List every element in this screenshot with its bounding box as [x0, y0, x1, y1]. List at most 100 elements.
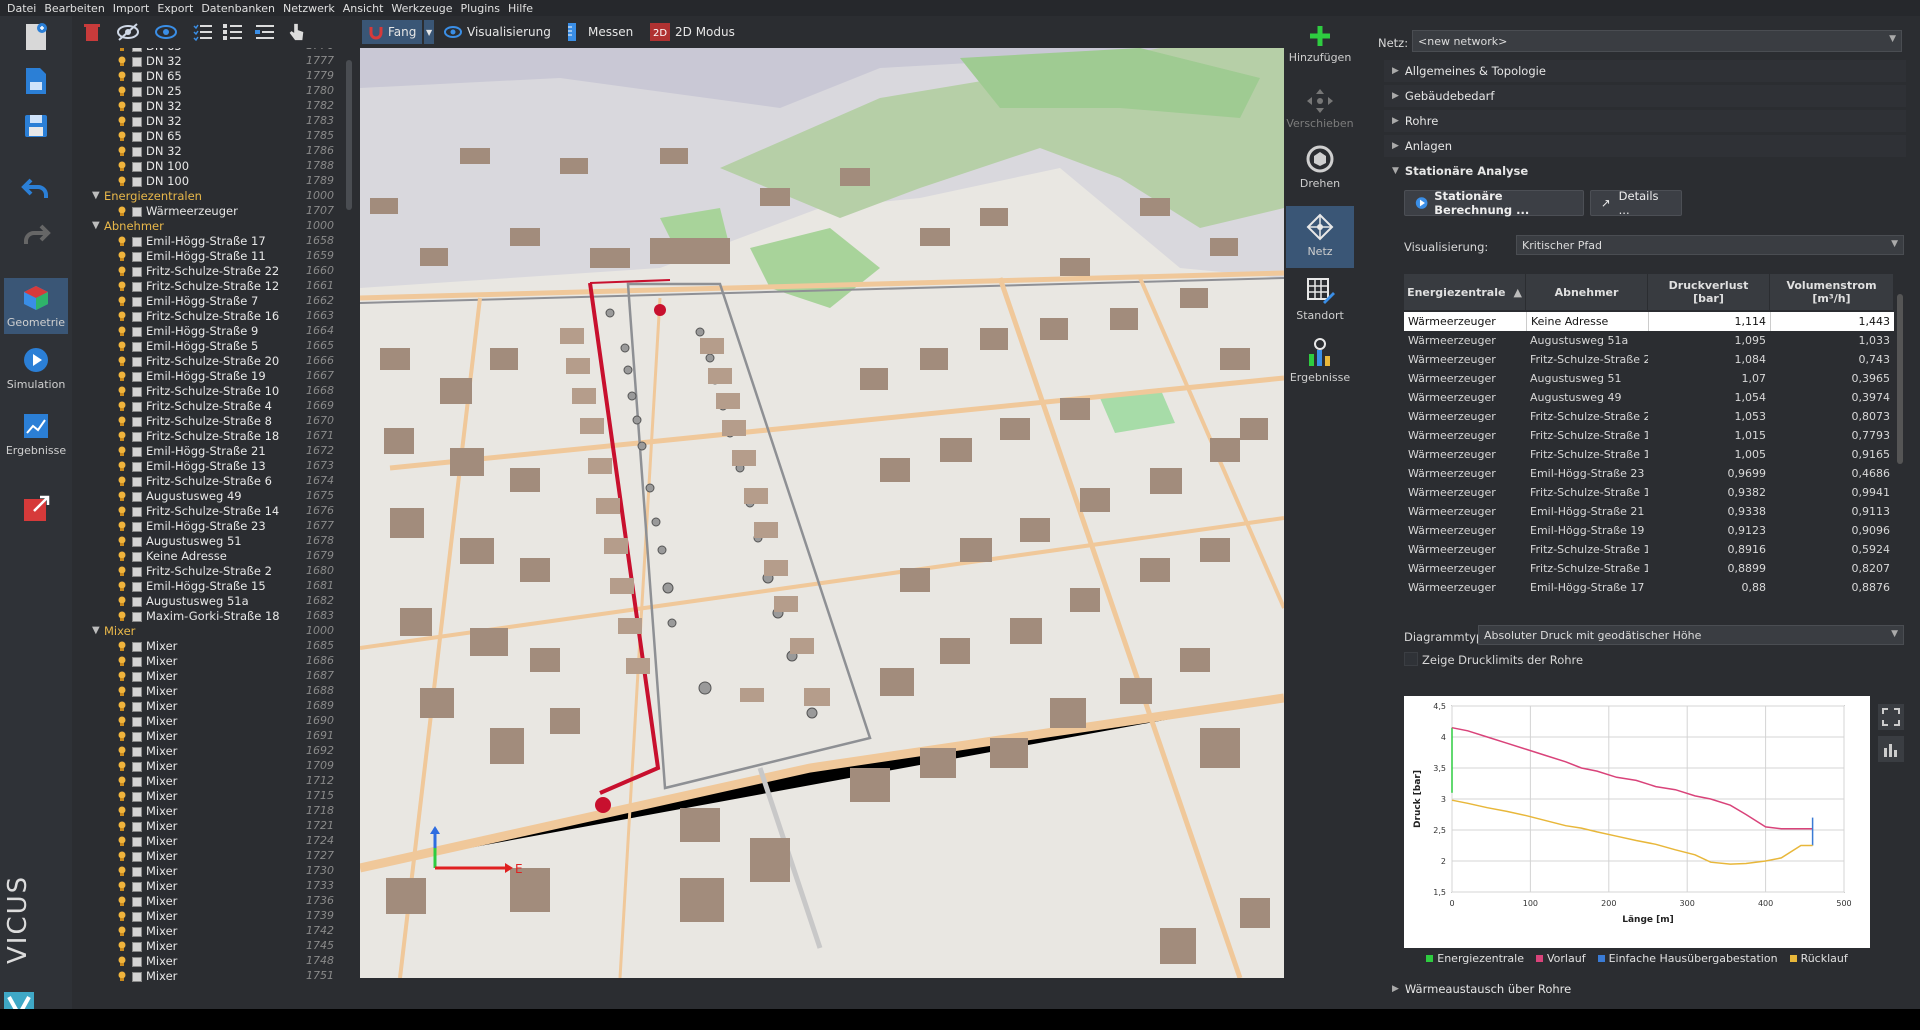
visibility-checkbox[interactable] — [132, 387, 142, 397]
visibility-checkbox[interactable] — [132, 342, 142, 352]
tree-item[interactable]: DN 32 1777 — [72, 54, 344, 69]
tree-item[interactable]: Fritz-Schulze-Straße 4 1669 — [72, 399, 344, 414]
tree-item[interactable]: Emil-Högg-Straße 7 1662 — [72, 294, 344, 309]
visibility-checkbox[interactable] — [132, 132, 142, 142]
section-allgemeines[interactable]: ▶ Allgemeines & Topologie — [1384, 60, 1906, 82]
menu-werkzeuge[interactable]: Werkzeuge — [391, 2, 452, 15]
visibility-checkbox[interactable] — [132, 207, 142, 217]
visibility-checkbox[interactable] — [132, 642, 142, 652]
bulb-icon[interactable] — [118, 266, 126, 277]
table-row[interactable]: Wärmeerzeuger Emil-Högg-Straße 21 0,9338 0,… — [1404, 502, 1894, 521]
visibility-checkbox[interactable] — [132, 657, 142, 667]
bulb-icon[interactable] — [118, 851, 126, 862]
stationaere-berechnung-button[interactable]: Stationäre Berechnung ... — [1404, 189, 1584, 217]
tree-item[interactable]: Mixer 1685 — [72, 639, 344, 654]
header-energiezentrale[interactable]: Energiezentrale ▲ — [1404, 274, 1526, 310]
chevron-down-icon[interactable]: ▼ — [92, 625, 100, 636]
bulb-icon[interactable] — [118, 506, 126, 517]
menu-import[interactable]: Import — [113, 2, 150, 15]
header-volumenstrom[interactable]: Volumenstrom [m³/h] — [1770, 274, 1894, 310]
menu-datenbanken[interactable]: Datenbanken — [201, 2, 275, 15]
tree-item[interactable]: Emil-Högg-Straße 9 1664 — [72, 324, 344, 339]
visibility-checkbox[interactable] — [132, 807, 142, 817]
tree-item[interactable]: Mixer 1691 — [72, 729, 344, 744]
tree-item[interactable]: DN 25 1780 — [72, 84, 344, 99]
bulb-icon[interactable] — [118, 461, 126, 472]
tree-group[interactable]: ▼ Mixer 1000 — [72, 624, 344, 639]
visibility-checkbox[interactable] — [132, 792, 142, 802]
bulb-icon[interactable] — [118, 611, 126, 622]
bulb-icon[interactable] — [118, 431, 126, 442]
tree-item[interactable]: Wärmeerzeuger 1707 — [72, 204, 344, 219]
tree-item[interactable]: Emil-Högg-Straße 11 1659 — [72, 249, 344, 264]
visibility-checkbox[interactable] — [132, 762, 142, 772]
messen-button[interactable]: Messen — [560, 20, 639, 44]
visibility-checkbox[interactable] — [132, 747, 142, 757]
drucklimits-checkbox[interactable] — [1404, 652, 1418, 666]
tree-item[interactable]: Maxim-Gorki-Straße 18 1683 — [72, 609, 344, 624]
visibility-checkbox[interactable] — [132, 687, 142, 697]
list-check-icon[interactable] — [192, 22, 214, 42]
bulb-icon[interactable] — [118, 551, 126, 562]
visibility-checkbox[interactable] — [132, 972, 142, 982]
open-file-button[interactable] — [4, 66, 68, 100]
bulb-icon[interactable] — [118, 206, 126, 217]
tree-item[interactable]: DN 32 1782 — [72, 99, 344, 114]
tree-item[interactable]: Emil-Högg-Straße 17 1658 — [72, 234, 344, 249]
visibility-checkbox[interactable] — [132, 48, 142, 52]
ergebnisse-button[interactable]: Ergebnisse — [1286, 338, 1354, 384]
tree-item[interactable]: Fritz-Schulze-Straße 14 1676 — [72, 504, 344, 519]
expand-icon[interactable] — [1878, 704, 1904, 730]
table-row[interactable]: Wärmeerzeuger Emil-Högg-Straße 17 0,88 0,88… — [1404, 578, 1894, 597]
section-anlagen[interactable]: ▶ Anlagen — [1384, 135, 1906, 157]
bulb-icon[interactable] — [118, 56, 126, 67]
visibility-checkbox[interactable] — [132, 417, 142, 427]
visibility-checkbox[interactable] — [132, 267, 142, 277]
show-icon[interactable] — [154, 22, 178, 42]
visibility-checkbox[interactable] — [132, 522, 142, 532]
bulb-icon[interactable] — [118, 131, 126, 142]
bulb-icon[interactable] — [118, 731, 126, 742]
bulb-icon[interactable] — [118, 536, 126, 547]
bulb-icon[interactable] — [118, 161, 126, 172]
visibility-checkbox[interactable] — [132, 72, 142, 82]
tree-item[interactable]: DN 100 1789 — [72, 174, 344, 189]
menu-export[interactable]: Export — [157, 2, 193, 15]
tree-item[interactable]: Fritz-Schulze-Straße 18 1671 — [72, 429, 344, 444]
tree-item[interactable]: Mixer 1748 — [72, 954, 344, 969]
tree-item[interactable]: Fritz-Schulze-Straße 20 1666 — [72, 354, 344, 369]
tree-item[interactable]: Mixer 1727 — [72, 849, 344, 864]
bulb-icon[interactable] — [118, 821, 126, 832]
bulb-icon[interactable] — [118, 566, 126, 577]
2d-mode-button[interactable]: 2D 2D Modus — [644, 20, 741, 44]
visibility-checkbox[interactable] — [132, 597, 142, 607]
bulb-icon[interactable] — [118, 296, 126, 307]
bulb-icon[interactable] — [118, 701, 126, 712]
legend-item[interactable]: Einfache Hausübergabestation — [1597, 952, 1778, 965]
visibility-checkbox[interactable] — [132, 537, 142, 547]
visibility-checkbox[interactable] — [132, 87, 142, 97]
header-abnehmer[interactable]: Abnehmer — [1526, 274, 1648, 310]
bulb-icon[interactable] — [118, 581, 126, 592]
pointer-hand-icon[interactable] — [286, 22, 306, 42]
tree-item[interactable]: Fritz-Schulze-Straße 22 1660 — [72, 264, 344, 279]
tree-item[interactable]: Augustusweg 49 1675 — [72, 489, 344, 504]
bulb-icon[interactable] — [118, 236, 126, 247]
bulb-icon[interactable] — [118, 656, 126, 667]
tree-item[interactable]: Mixer 1715 — [72, 789, 344, 804]
network-select[interactable]: <new network> ▼ — [1412, 30, 1902, 52]
bulb-icon[interactable] — [118, 371, 126, 382]
details-button[interactable]: ↗ Details ... — [1590, 189, 1682, 217]
tree-item[interactable]: DN 100 1788 — [72, 159, 344, 174]
bulb-icon[interactable] — [118, 686, 126, 697]
simulation-mode-button[interactable]: Simulation — [4, 346, 68, 391]
bulb-icon[interactable] — [118, 86, 126, 97]
visibility-checkbox[interactable] — [132, 912, 142, 922]
table-row[interactable]: WärmeerzeugerFritz-Schulze-Straße 80,868… — [1404, 597, 1894, 602]
menu-plugins[interactable]: Plugins — [461, 2, 500, 15]
tree-item[interactable]: Mixer 1751 — [72, 969, 344, 984]
tree-item[interactable]: Fritz-Schulze-Straße 10 1668 — [72, 384, 344, 399]
tree-scroll-thumb[interactable] — [346, 60, 352, 210]
visibility-checkbox[interactable] — [132, 432, 142, 442]
visibility-checkbox[interactable] — [132, 297, 142, 307]
